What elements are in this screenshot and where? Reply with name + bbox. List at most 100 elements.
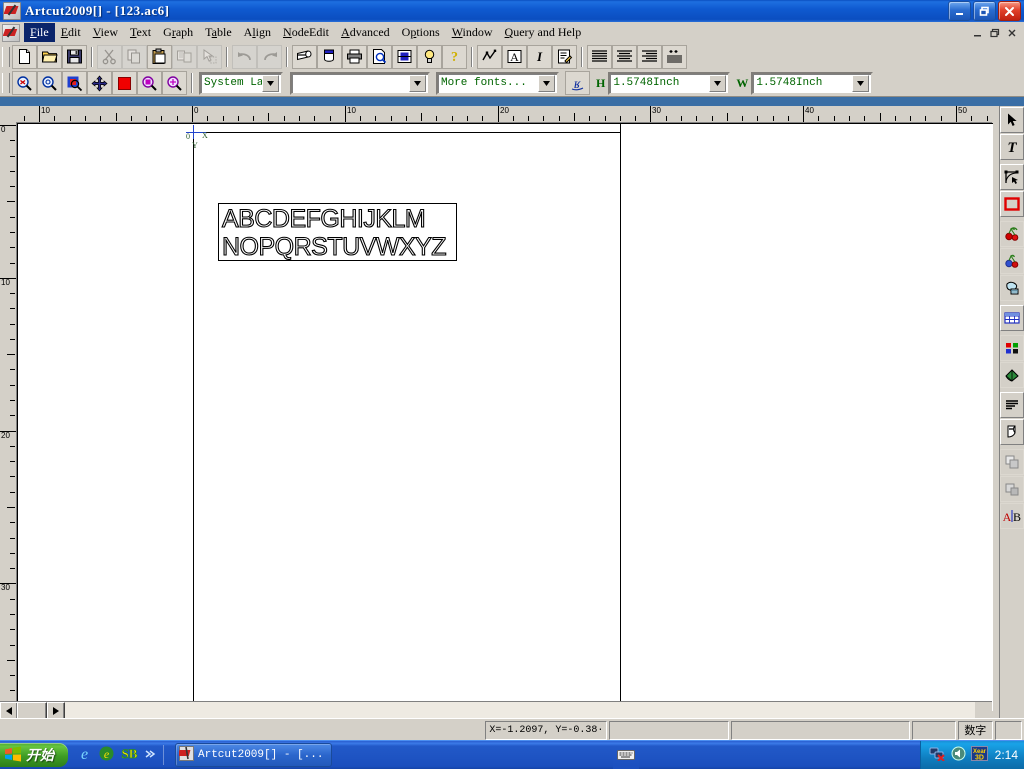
height-field[interactable]: 1.5748Inch xyxy=(608,71,731,95)
status-resize-grip[interactable] xyxy=(994,720,1022,740)
align-left-icon[interactable] xyxy=(587,44,612,69)
zoom-all-icon[interactable] xyxy=(162,71,187,95)
select-copy-icon[interactable] xyxy=(197,44,222,69)
node-edit-icon[interactable] xyxy=(1000,164,1024,190)
redo-icon[interactable] xyxy=(257,44,282,69)
menu-item-table[interactable]: Table xyxy=(199,23,238,42)
mdi-document-icon[interactable] xyxy=(2,23,20,42)
close-button[interactable] xyxy=(998,1,1021,21)
color-palette-icon[interactable] xyxy=(1000,335,1024,361)
minimize-button[interactable] xyxy=(948,1,971,21)
drawing-canvas[interactable]: 0 X Y ABCDEFGHIJKLM NOPQRSTUVWXYZ xyxy=(17,123,993,711)
weld-icon[interactable] xyxy=(1000,449,1024,475)
save-file-icon[interactable] xyxy=(62,44,87,69)
hscroll-trough[interactable] xyxy=(17,702,975,718)
menu-item-nodeedit[interactable]: NodeEdit xyxy=(277,23,335,42)
zoom-in-icon[interactable] xyxy=(37,71,62,95)
menu-item-graph[interactable]: Graph xyxy=(157,23,199,42)
print-preview-icon[interactable] xyxy=(367,44,392,69)
network-disconnected-icon[interactable] xyxy=(929,746,946,764)
pan-icon[interactable] xyxy=(87,71,112,95)
align-right-icon[interactable] xyxy=(637,44,662,69)
toolbar-grip-2[interactable] xyxy=(2,73,10,93)
menu-item-text[interactable]: Text xyxy=(124,23,157,42)
table-tool-icon[interactable] xyxy=(1000,305,1024,331)
transform-icon[interactable] xyxy=(1000,419,1024,445)
restore-button[interactable] xyxy=(973,1,996,21)
help-icon[interactable]: ? xyxy=(442,44,467,69)
note-icon[interactable] xyxy=(552,44,577,69)
text-ab-icon[interactable]: A B xyxy=(1000,503,1024,529)
internet-explorer-icon[interactable]: e xyxy=(76,745,93,765)
toolbar-grip[interactable] xyxy=(2,46,10,67)
chevron-down-icon[interactable] xyxy=(709,74,727,92)
svg-text:?: ? xyxy=(451,50,458,65)
chevron-down-icon[interactable] xyxy=(852,74,870,92)
paint-bucket-icon[interactable] xyxy=(1000,362,1024,388)
vertical-ruler[interactable]: 0 10 20 30 xyxy=(0,122,17,710)
menu-item-window[interactable]: Window xyxy=(446,23,499,42)
text-tool-icon[interactable]: T xyxy=(1000,134,1024,160)
width-field[interactable]: 1.5748Inch xyxy=(751,71,874,95)
start-button[interactable]: 开始 xyxy=(0,743,68,767)
zoom-selection-icon[interactable] xyxy=(62,71,87,95)
duplicate-icon[interactable] xyxy=(172,44,197,69)
language-select[interactable]: System Lan xyxy=(199,71,283,95)
gradient-icon[interactable] xyxy=(1000,392,1024,418)
menu-item-align[interactable]: Align xyxy=(238,23,277,42)
rectangle-tool-icon[interactable] xyxy=(1000,191,1024,217)
copy-icon[interactable] xyxy=(122,44,147,69)
cut-plotter-icon[interactable] xyxy=(292,44,317,69)
quicklaunch-more-icon[interactable] xyxy=(144,747,156,764)
trim-icon[interactable] xyxy=(1000,476,1024,502)
print-icon[interactable] xyxy=(342,44,367,69)
curve-icon[interactable] xyxy=(477,44,502,69)
open-file-icon[interactable] xyxy=(37,44,62,69)
color-fill-icon[interactable] xyxy=(112,71,137,95)
paste-icon[interactable] xyxy=(147,44,172,69)
new-file-icon[interactable] xyxy=(12,44,37,69)
sb-app-icon[interactable]: SB xyxy=(120,745,139,765)
cherry-color-icon[interactable] xyxy=(1000,248,1024,274)
horizontal-ruler[interactable]: 10 0 10 20 30 40 50 xyxy=(16,106,992,123)
font-select[interactable] xyxy=(290,71,430,95)
text-line-1: ABCDEFGHIJKLM xyxy=(222,205,425,233)
shape-fill-icon[interactable] xyxy=(1000,275,1024,301)
font-effect-icon[interactable]: ʁ xyxy=(565,71,590,95)
cut-icon[interactable] xyxy=(97,44,122,69)
menu-item-file[interactable]: File xyxy=(24,23,55,42)
zoom-out-icon[interactable] xyxy=(12,71,37,95)
mdi-close-button[interactable] xyxy=(1004,26,1020,40)
cherry-shape-icon[interactable] xyxy=(1000,221,1024,247)
taskbar-item-artcut[interactable]: Artcut2009[] - [... xyxy=(175,743,333,767)
chevron-down-icon[interactable] xyxy=(262,74,279,92)
menu-item-options[interactable]: Options xyxy=(396,23,446,42)
engrave-icon[interactable] xyxy=(317,44,342,69)
horizontal-scrollbar[interactable] xyxy=(0,701,992,720)
text-object[interactable]: ABCDEFGHIJKLM NOPQRSTUVWXYZ xyxy=(218,203,457,261)
select-arrow-icon[interactable] xyxy=(1000,107,1024,133)
mdi-restore-button[interactable] xyxy=(987,26,1003,40)
undo-icon[interactable] xyxy=(232,44,257,69)
volume-icon[interactable] xyxy=(951,746,966,764)
chevron-down-icon[interactable] xyxy=(538,74,555,92)
menu-item-advanced[interactable]: Advanced xyxy=(335,23,396,42)
text-frame-icon[interactable]: A xyxy=(502,44,527,69)
mdi-minimize-button[interactable] xyxy=(970,26,986,40)
more-fonts-select[interactable]: More fonts... xyxy=(436,71,559,95)
menu-item-query-help[interactable]: Query and Help xyxy=(499,23,588,42)
align-justify-icon[interactable] xyxy=(662,44,687,69)
italic-icon[interactable]: I xyxy=(527,44,552,69)
menu-item-view[interactable]: View xyxy=(87,23,124,42)
ruler-corner[interactable] xyxy=(0,106,17,123)
ruler-tick xyxy=(849,116,850,121)
chevron-down-icon[interactable] xyxy=(409,74,426,92)
xear3d-icon[interactable]: Xear 3D xyxy=(970,746,988,764)
browser-shield-icon[interactable]: e xyxy=(98,745,115,765)
ime-keyboard-icon[interactable] xyxy=(613,741,640,769)
tip-icon[interactable] xyxy=(417,44,442,69)
menu-item-edit[interactable]: Edit xyxy=(55,23,87,42)
zoom-page-icon[interactable] xyxy=(137,71,162,95)
align-center-icon[interactable] xyxy=(612,44,637,69)
layout-icon[interactable] xyxy=(392,44,417,69)
